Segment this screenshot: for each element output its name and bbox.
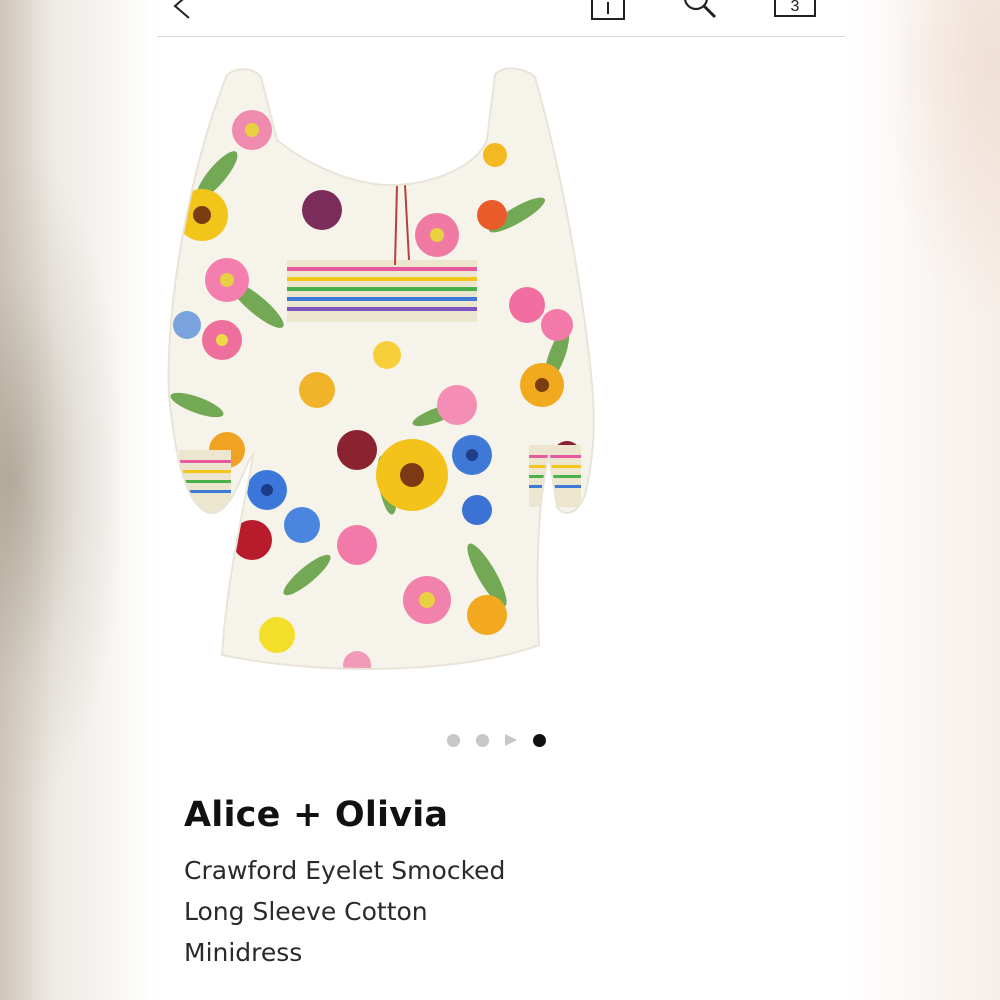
product-title-line-1: Crawford Eyelet Smocked <box>184 856 506 885</box>
search-icon <box>684 0 717 19</box>
floral-print-minidress-image <box>167 67 595 670</box>
carousel-dot-1[interactable] <box>447 733 460 747</box>
video-play-icon[interactable] <box>505 734 517 746</box>
bag-button[interactable]: 3 <box>773 0 817 18</box>
carousel-dot-2[interactable] <box>476 733 489 747</box>
product-image-carousel[interactable] <box>157 55 845 720</box>
bag-count-badge: 3 <box>790 0 800 15</box>
product-title-line-3: Minidress <box>184 938 303 967</box>
blurred-background-right <box>845 0 1000 1000</box>
product-title: Crawford Eyelet Smocked Long Sleeve Cott… <box>184 850 604 973</box>
product-brand[interactable]: Alice + Olivia <box>184 795 448 835</box>
back-arrow-icon <box>173 0 190 19</box>
carousel-pagination <box>447 732 567 748</box>
back-button[interactable] <box>169 0 199 20</box>
share-icon <box>591 0 625 20</box>
blurred-background-left <box>0 0 157 1000</box>
share-button[interactable] <box>591 0 625 20</box>
carousel-dot-4-active[interactable] <box>533 733 546 747</box>
product-page: 3 Alice + Olivia Crawford Eyelet Smocked… <box>157 0 845 1000</box>
top-navigation-bar: 3 <box>157 0 845 37</box>
product-title-line-2: Long Sleeve Cotton <box>184 897 428 926</box>
search-button[interactable] <box>682 0 720 22</box>
